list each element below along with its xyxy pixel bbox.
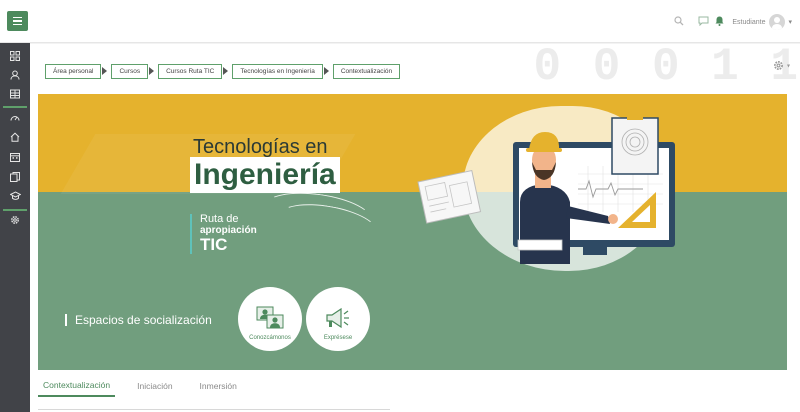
graduation-cap-icon	[9, 191, 21, 200]
ruta-line3: TIC	[200, 235, 228, 255]
hamburger-icon	[13, 16, 22, 19]
calendar-grid-icon	[10, 89, 20, 99]
megaphone-icon	[326, 307, 349, 329]
tab-contextualizacion[interactable]: Contextualización	[38, 378, 116, 397]
breadcrumb-item-area-personal[interactable]: Área personal	[45, 64, 102, 79]
sidebar-item-files[interactable]	[0, 167, 30, 187]
background-digits: 0 0 0 1 1	[533, 41, 800, 93]
chat-icon[interactable]	[698, 16, 709, 29]
top-navbar: Estudiante ▾	[0, 0, 800, 43]
section-label: Espacios de socialización	[65, 314, 212, 326]
sidebar-item-calendar[interactable]	[0, 147, 30, 167]
sidebar-item-grades[interactable]	[0, 84, 30, 104]
breadcrumb-item-cursos-ruta-tic[interactable]: Cursos Ruta TIC	[158, 64, 223, 79]
calendar-icon	[10, 153, 20, 162]
avatar[interactable]	[769, 14, 786, 30]
hamburger-menu-button[interactable]	[7, 11, 28, 31]
hamburger-icon-line	[13, 23, 22, 26]
sidebar-item-profile[interactable]	[0, 65, 30, 85]
sidebar-item-settings[interactable]	[0, 210, 30, 230]
settings-menu-button[interactable]: ▾	[773, 58, 790, 72]
dashboard-icon	[10, 51, 20, 61]
banner-title-line2: Ingeniería	[190, 157, 340, 193]
breadcrumb-item-contextualizacion[interactable]: Contextualización	[332, 64, 401, 79]
conozcamonos-label: Conozcámonos	[249, 335, 291, 341]
tab-content-divider	[38, 409, 390, 410]
home-icon	[10, 132, 20, 142]
left-sidebar	[0, 43, 30, 412]
breadcrumb: Área personal Cursos Cursos Ruta TIC Tec…	[45, 64, 401, 79]
tab-iniciacion[interactable]: Iniciación	[132, 379, 177, 396]
speedometer-icon	[10, 116, 20, 121]
sidebar-item-dashboard[interactable]	[0, 46, 30, 66]
chevron-right-icon	[323, 64, 332, 79]
settings-icon	[11, 216, 19, 224]
chevron-right-icon	[223, 64, 231, 79]
engineer-illustration	[417, 113, 675, 264]
ruta-label: Ruta de apropiación TIC	[190, 213, 257, 255]
sidebar-item-dashboard-meter[interactable]	[0, 108, 30, 128]
expresese-label: Exprésese	[323, 335, 353, 341]
sidebar-item-home[interactable]	[0, 127, 30, 147]
sidebar-item-courses[interactable]	[0, 186, 30, 206]
bell-icon[interactable]	[715, 16, 724, 29]
chevron-right-icon	[102, 64, 110, 79]
profile-icon	[10, 70, 20, 80]
breadcrumb-item-cursos[interactable]: Cursos	[111, 64, 149, 79]
ruta-line1: Ruta de	[200, 213, 239, 225]
expresese-button[interactable]: Exprésese	[306, 287, 370, 351]
decorative-arc	[275, 197, 381, 251]
chevron-right-icon	[149, 64, 157, 79]
tab-inmersion[interactable]: Inmersión	[195, 379, 242, 396]
hamburger-icon-line	[13, 20, 22, 22]
breadcrumb-item-tecnologias[interactable]: Tecnologías en Ingeniería	[232, 64, 323, 79]
people-icon	[256, 306, 284, 329]
files-icon	[10, 172, 20, 182]
course-banner: Tecnologías en Ingeniería Ruta de apropi…	[38, 94, 787, 370]
user-controls: Estudiante ▾	[674, 11, 792, 33]
search-icon[interactable]	[674, 15, 684, 29]
banner-title-line1: Tecnologías en	[193, 136, 328, 158]
conozcamonos-button[interactable]: Conozcámonos	[238, 287, 302, 351]
section-tabs: Contextualización Iniciación Inmersión	[38, 378, 259, 397]
chevron-down-icon[interactable]: ▾	[788, 18, 792, 26]
gear-icon	[773, 61, 783, 71]
main-content: 0 0 0 1 1 Área personal Cursos Cursos Ru…	[30, 44, 800, 412]
chevron-down-icon: ▾	[786, 63, 790, 70]
user-name[interactable]: Estudiante	[732, 19, 765, 26]
